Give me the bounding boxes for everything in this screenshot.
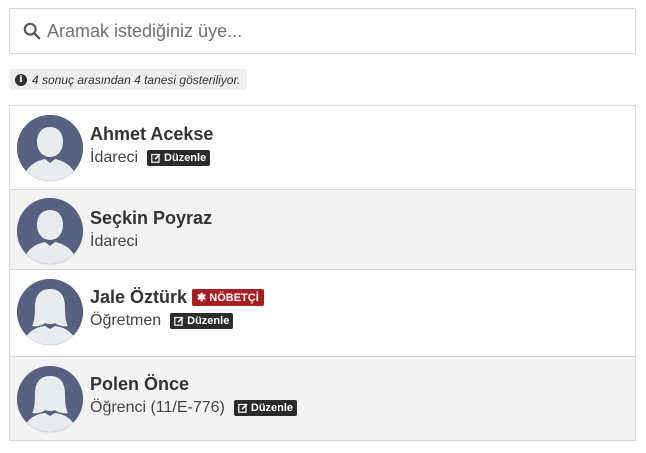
list-item[interactable]: Jale Öztürk ✱ NÖBETÇİ Öğretmen Düzenle xyxy=(10,270,635,357)
result-count-badge: i 4 sonuç arasından 4 tanesi gösteriliyo… xyxy=(9,69,248,90)
male-user-icon xyxy=(17,115,83,181)
edit-icon xyxy=(174,316,184,326)
member-name: Polen Önce xyxy=(90,374,190,394)
duty-badge: ✱ NÖBETÇİ xyxy=(192,289,264,306)
list-item[interactable]: Polen Önce Öğrenci (11/E-776) Düzenle xyxy=(10,357,635,441)
male-user-icon xyxy=(17,198,83,264)
asterisk-icon: ✱ xyxy=(197,292,207,304)
member-name: Jale Öztürk xyxy=(90,287,188,307)
list-item[interactable]: Ahmet Acekse İdareci Düzenle xyxy=(10,106,635,190)
search-box[interactable] xyxy=(9,8,636,54)
list-item[interactable]: Seçkin Poyraz İdareci xyxy=(10,190,635,270)
member-role: İdareci xyxy=(90,233,139,250)
member-list: Ahmet Acekse İdareci Düzenle Seçkin Poyr… xyxy=(9,105,636,441)
avatar xyxy=(17,198,83,264)
member-name: Ahmet Acekse xyxy=(90,124,214,144)
avatar xyxy=(17,279,83,345)
edit-icon xyxy=(151,153,161,163)
edit-button[interactable]: Düzenle xyxy=(233,400,298,416)
edit-button[interactable]: Düzenle xyxy=(147,150,211,166)
member-role: İdareci xyxy=(90,149,139,166)
edit-button-label: Düzenle xyxy=(250,402,294,414)
edit-icon xyxy=(238,403,248,413)
duty-badge-label: NÖBETÇİ xyxy=(209,291,259,304)
edit-button-label: Düzenle xyxy=(164,152,207,164)
search-input[interactable] xyxy=(47,20,607,42)
member-role: Öğretmen xyxy=(90,312,162,329)
search-icon xyxy=(23,22,41,40)
edit-button-label: Düzenle xyxy=(187,315,230,327)
avatar xyxy=(17,366,83,432)
avatar xyxy=(17,115,83,181)
info-icon: i xyxy=(15,73,27,86)
member-name: Seçkin Poyraz xyxy=(90,208,213,228)
member-role: Öğrenci (11/E-776) xyxy=(90,399,225,416)
result-count-text: 4 sonuç arasından 4 tanesi gösteriliyor. xyxy=(32,72,241,87)
edit-button[interactable]: Düzenle xyxy=(170,313,234,329)
female-user-icon xyxy=(17,279,83,345)
female-user-icon xyxy=(17,366,83,432)
